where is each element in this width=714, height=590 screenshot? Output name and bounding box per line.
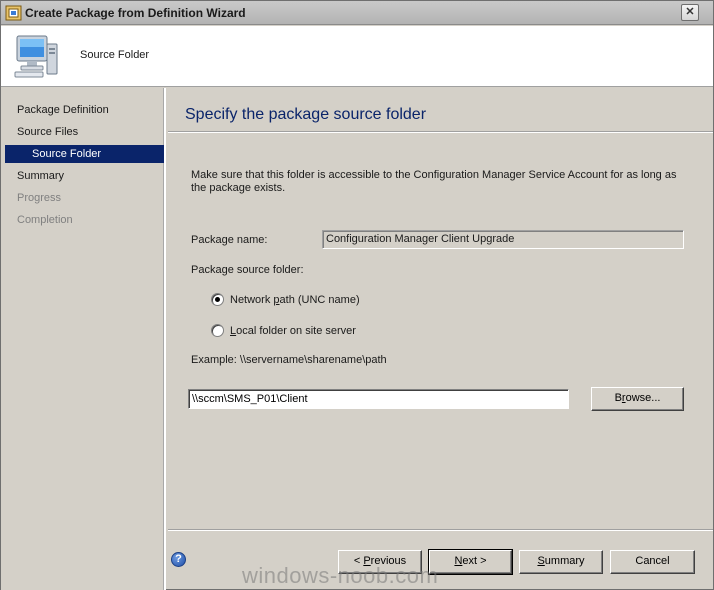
- wizard-window: Create Package from Definition Wizard ✕ …: [0, 0, 714, 590]
- watermark-text: windows-noob.com: [242, 563, 439, 588]
- local-folder-radio[interactable]: [211, 324, 224, 337]
- button-label-mnemonic: S: [537, 555, 545, 567]
- footer-divider: [168, 529, 713, 531]
- package-wizard-icon: [5, 5, 22, 21]
- nav-step-label: Progress: [17, 192, 62, 204]
- radio-selected-dot: [215, 297, 220, 302]
- nav-step-label: Package Definition: [17, 104, 109, 116]
- title-bar[interactable]: Create Package from Definition Wizard ✕: [1, 1, 713, 25]
- wizard-content: Specify the package source folder Make s…: [168, 88, 713, 528]
- button-label-text: ummary: [544, 555, 585, 567]
- nav-step-label: Completion: [17, 214, 73, 226]
- button-label-text: ext >: [462, 555, 487, 567]
- package-name-label: Package name:: [191, 234, 268, 246]
- radio-label-text: Network: [230, 294, 274, 306]
- source-folder-label: Package source folder:: [191, 264, 304, 276]
- description-text: Make sure that this folder is accessible…: [191, 169, 677, 194]
- nav-step-source-folder[interactable]: Source Folder: [5, 145, 164, 163]
- help-icon[interactable]: ?: [171, 552, 186, 567]
- wizard-header: Source Folder: [1, 26, 713, 87]
- package-name-value: Configuration Manager Client Upgrade: [326, 233, 515, 245]
- summary-button[interactable]: Summary: [519, 550, 603, 574]
- network-path-radio[interactable]: [211, 293, 224, 306]
- title-divider: [168, 131, 713, 133]
- source-path-input[interactable]: \\sccm\SMS_P01\Client: [188, 389, 569, 409]
- browse-button[interactable]: Browse...: [591, 387, 684, 411]
- wizard-step-nav: Package Definition Source Files Source F…: [1, 88, 166, 590]
- nav-step-package-definition[interactable]: Package Definition: [1, 101, 164, 119]
- button-label-text: B: [614, 392, 622, 404]
- local-folder-radio-label[interactable]: Local folder on site server: [230, 325, 356, 337]
- radio-label-text: ocal folder on site server: [236, 325, 356, 337]
- network-path-radio-label[interactable]: Network path (UNC name): [230, 294, 360, 306]
- nav-step-progress: Progress: [1, 189, 164, 207]
- package-name-field: Configuration Manager Client Upgrade: [322, 230, 684, 249]
- source-path-value: \\sccm\SMS_P01\Client: [192, 393, 308, 405]
- close-button[interactable]: ✕: [681, 4, 699, 21]
- nav-step-label: Source Folder: [32, 148, 102, 160]
- nav-step-completion: Completion: [1, 211, 164, 229]
- nav-step-summary[interactable]: Summary: [1, 167, 164, 185]
- page-title: Specify the package source folder: [185, 106, 427, 123]
- nav-step-label: Summary: [17, 170, 65, 182]
- button-label-text: owse...: [625, 392, 661, 404]
- cancel-button[interactable]: Cancel: [610, 550, 695, 574]
- radio-label-text: ath (UNC name): [279, 294, 360, 306]
- close-icon: ✕: [685, 6, 695, 18]
- next-button[interactable]: Next >: [428, 549, 513, 575]
- step-header-title: Source Folder: [80, 49, 150, 61]
- nav-step-source-files[interactable]: Source Files: [1, 123, 164, 141]
- example-path-text: Example: \\servername\sharename\path: [191, 354, 387, 366]
- window-title: Create Package from Definition Wizard: [25, 6, 246, 20]
- computer-wizard-icon: [14, 35, 58, 78]
- nav-step-label: Source Files: [17, 126, 79, 138]
